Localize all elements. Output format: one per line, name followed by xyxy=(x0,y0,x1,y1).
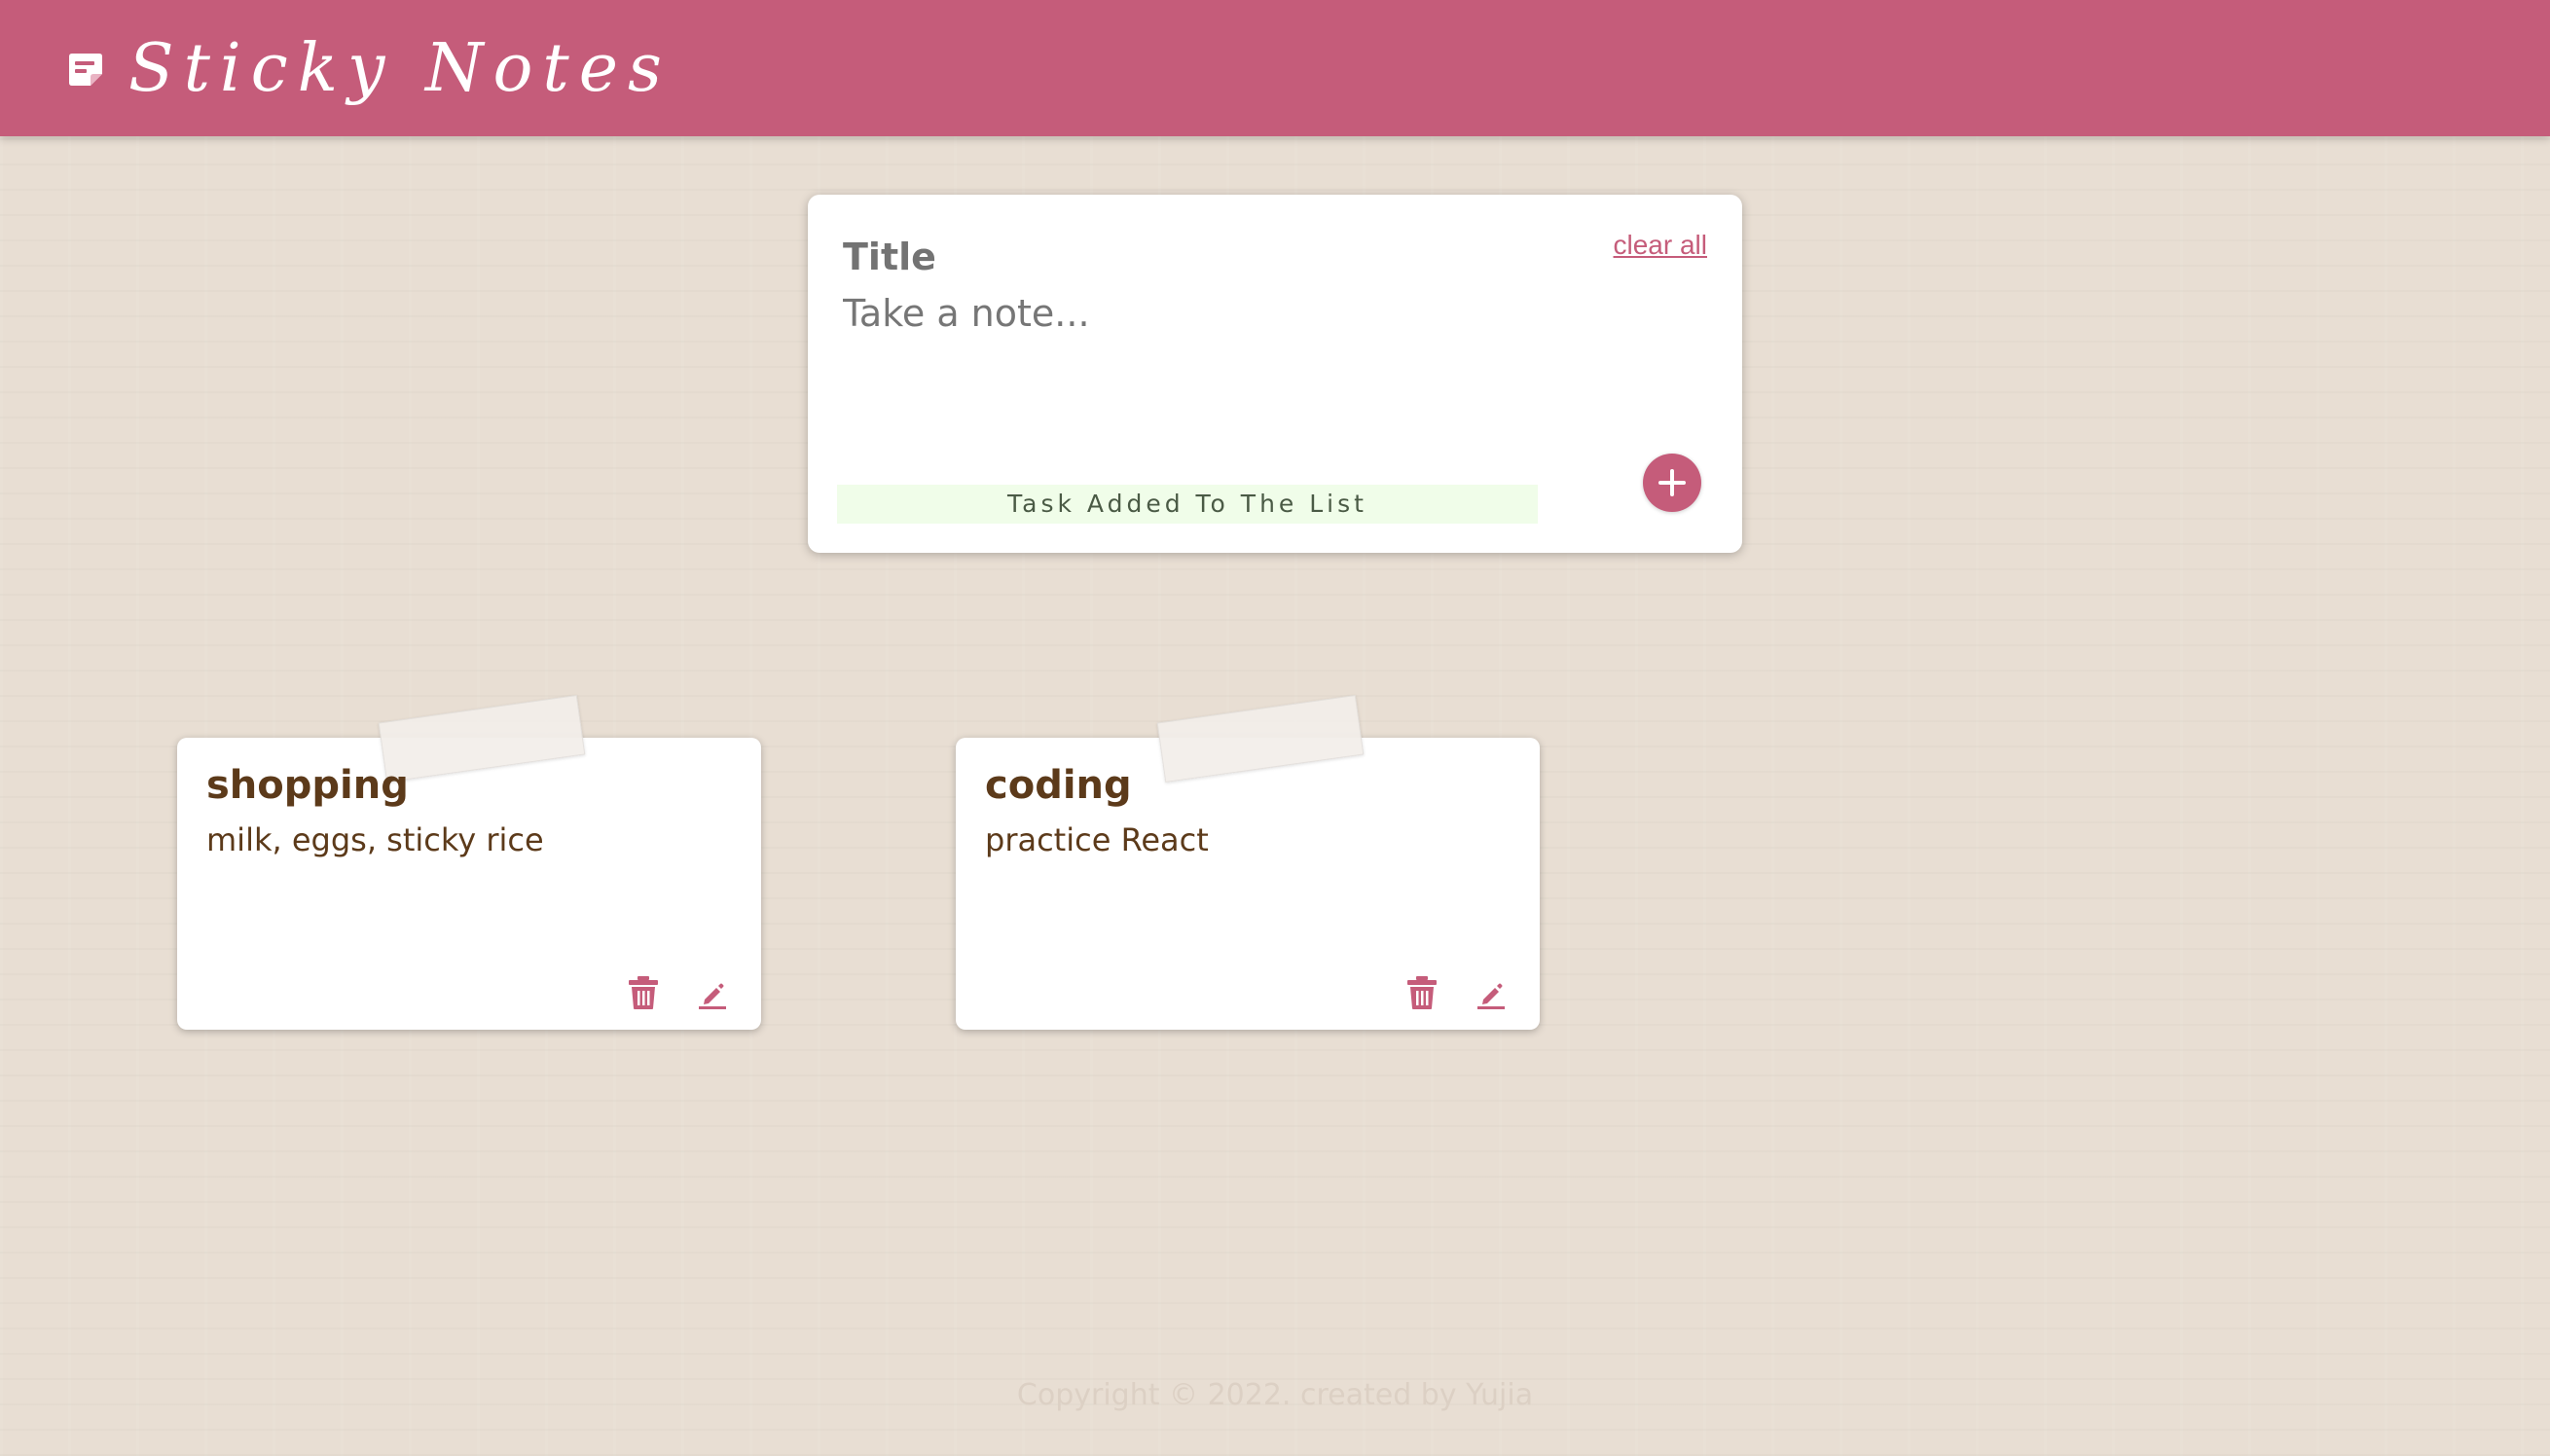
note-content: milk, eggs, sticky rice xyxy=(206,821,544,858)
app-header: Sticky Notes xyxy=(0,0,2550,136)
note-card: coding practice React xyxy=(956,694,1540,1030)
note-title: shopping xyxy=(206,763,409,808)
clear-all-link[interactable]: clear all xyxy=(1614,230,1707,261)
pencil-icon[interactable] xyxy=(1475,979,1507,1010)
footer-copyright: Copyright © 2022. created by Yujia xyxy=(1016,1378,1534,1412)
add-note-button[interactable] xyxy=(1643,454,1701,512)
note-card: shopping milk, eggs, sticky rice xyxy=(177,694,761,1030)
trash-icon[interactable] xyxy=(627,975,660,1010)
create-note-form: clear all Task Added To The List xyxy=(808,195,1742,553)
note-content: practice React xyxy=(985,821,1209,858)
pencil-icon[interactable] xyxy=(697,979,728,1010)
sticky-note-icon xyxy=(69,54,102,86)
tape-decoration xyxy=(378,694,586,783)
tape-decoration xyxy=(1156,694,1365,783)
note-title-input[interactable] xyxy=(843,230,1524,284)
plus-icon xyxy=(1658,469,1686,496)
note-title: coding xyxy=(985,763,1132,808)
trash-icon[interactable] xyxy=(1405,975,1439,1010)
note-content-input[interactable] xyxy=(843,292,1699,438)
status-message: Task Added To The List xyxy=(837,485,1538,524)
app-title: Sticky Notes xyxy=(128,30,672,107)
